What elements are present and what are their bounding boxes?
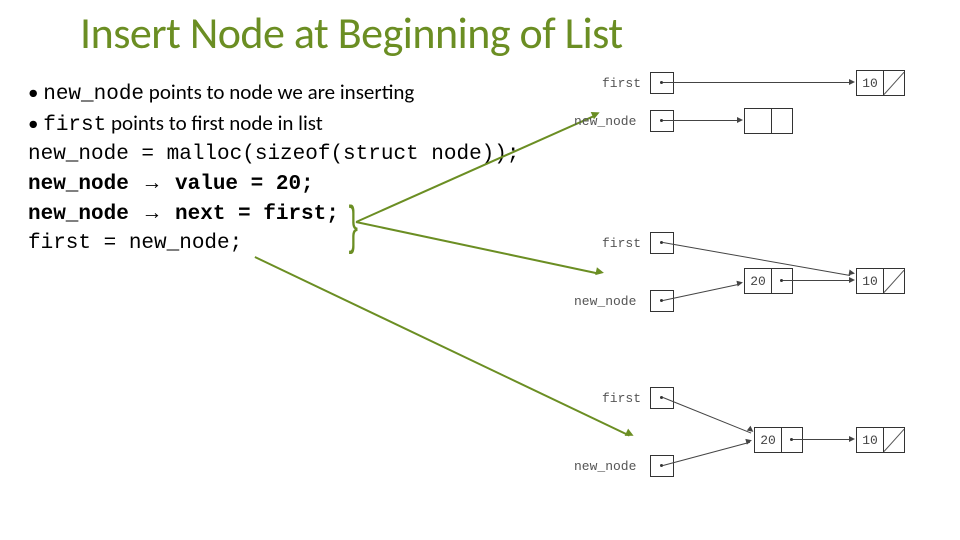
node-value-box xyxy=(744,108,772,134)
arrow-icon: → xyxy=(141,171,162,194)
label-new-node: new_node xyxy=(574,114,636,129)
label-first: first xyxy=(602,236,641,251)
arrow-line xyxy=(663,120,738,121)
code-line-3: new_node → next = first; xyxy=(28,199,519,229)
node-value: 20 xyxy=(758,433,778,448)
node-value: 10 xyxy=(860,76,880,91)
code-line-1: new_node = malloc(sizeof(struct node)); xyxy=(28,141,519,169)
arrow-line xyxy=(663,82,850,83)
label-first: first xyxy=(602,76,641,91)
code-line-4: first = new_node; xyxy=(28,230,519,258)
label-new-node: new_node xyxy=(574,294,636,309)
arrow-line xyxy=(663,284,740,301)
diagram-step-1: first 10 new_node xyxy=(602,70,942,150)
arrow-line xyxy=(783,280,851,281)
node-value: 10 xyxy=(860,274,880,289)
code-line-2: new_node → value = 20; xyxy=(28,169,519,199)
arrowhead-icon xyxy=(849,270,856,277)
bullet-1-text: points to node we are inserting xyxy=(144,79,414,105)
node-value: 10 xyxy=(860,433,880,448)
node-value: 20 xyxy=(748,274,768,289)
bullet-1-code: new_node xyxy=(43,83,144,106)
arrowhead-icon xyxy=(849,436,855,442)
diagram-step-3: first new_node 20 10 xyxy=(602,385,942,485)
diagram-step-2: first new_node 20 10 xyxy=(602,230,942,320)
arrow-line xyxy=(793,439,851,440)
arrow-icon: → xyxy=(141,201,162,224)
brace-icon: } xyxy=(349,194,358,256)
bullet-2-text: points to first node in list xyxy=(106,110,323,136)
label-new-node: new_node xyxy=(574,459,636,474)
arrowhead-icon xyxy=(736,279,743,286)
bullet-1: • new_node points to node we are inserti… xyxy=(28,78,519,109)
arrowhead-icon xyxy=(737,117,743,123)
slide-title: Insert Node at Beginning of List xyxy=(80,6,623,60)
node-next-box xyxy=(771,108,793,134)
arrowhead-icon xyxy=(745,437,752,444)
arrowhead-icon xyxy=(849,79,855,85)
bullet-2: • first points to first node in list xyxy=(28,109,519,140)
arrow-line xyxy=(663,442,750,466)
connector-arrow xyxy=(255,256,630,436)
arrowhead-icon xyxy=(849,277,855,283)
bullet-2-code: first xyxy=(43,114,106,137)
label-first: first xyxy=(602,391,641,406)
arrow-line xyxy=(663,397,751,434)
slide-body: • new_node points to node we are inserti… xyxy=(28,78,519,258)
